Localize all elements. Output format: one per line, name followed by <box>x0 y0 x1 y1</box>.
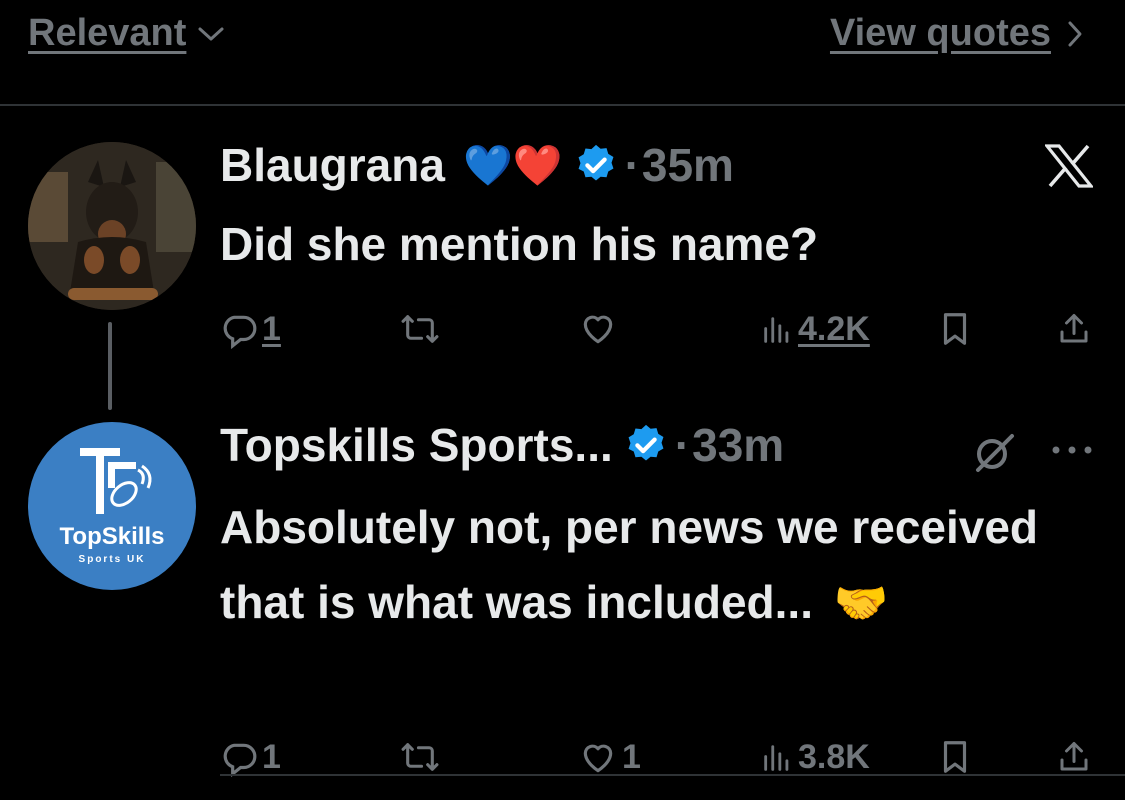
view-quotes-link[interactable]: View quotes <box>830 12 1085 55</box>
tweet-header: Topskills Sports... · 33m <box>220 418 784 472</box>
heart-icon <box>578 739 618 777</box>
share-icon <box>1056 310 1092 348</box>
like-count: 1 <box>622 738 641 776</box>
reply-button[interactable]: 1 <box>220 738 281 777</box>
tweet-actions: 1 1 3.8K <box>220 738 1095 788</box>
replies-header: Relevant View quotes <box>0 0 1125 106</box>
avatar-logo-subtext: Sports UK <box>79 554 146 565</box>
view-quotes-label: View quotes <box>829 12 1051 54</box>
views-chart-icon <box>760 313 794 347</box>
reply-count: 1 <box>262 738 281 776</box>
separator: · <box>624 139 640 191</box>
author-name[interactable]: Topskills Sports... <box>220 418 613 472</box>
reply-button[interactable]: 1 <box>220 310 281 349</box>
topskills-logo: TopSkills Sports UK <box>60 448 165 565</box>
handshake-emoji: 🤝 <box>833 579 889 628</box>
thread-connector-line <box>108 322 112 410</box>
tweet-text-body: Absolutely not, per news we received tha… <box>220 501 1039 628</box>
separator: · <box>674 419 691 471</box>
tweet-header: Blaugrana 💙❤️ · 35m <box>220 138 734 192</box>
bookmark-button[interactable] <box>938 738 972 776</box>
avatar[interactable]: TopSkills Sports UK <box>28 422 196 590</box>
author-name[interactable]: Blaugrana <box>220 138 445 192</box>
bookmark-button[interactable] <box>938 310 972 348</box>
verified-badge-icon <box>573 142 619 188</box>
chevron-right-icon <box>1065 19 1085 49</box>
views-count: 3.8K <box>798 738 870 776</box>
like-button[interactable] <box>578 310 622 348</box>
views-count: 4.2K <box>798 310 870 348</box>
verified-badge-icon <box>623 422 669 468</box>
divider <box>220 774 1125 776</box>
more-options-icon[interactable] <box>1050 442 1094 458</box>
share-button[interactable] <box>1056 310 1092 348</box>
sort-dropdown[interactable]: Relevant <box>28 12 226 55</box>
repost-button[interactable] <box>400 738 444 776</box>
views-chart-icon <box>760 741 794 775</box>
bookmark-icon <box>938 738 972 776</box>
views-button[interactable]: 4.2K <box>760 310 870 349</box>
tweet-actions: 1 4.2K <box>220 310 1095 360</box>
share-button[interactable] <box>1056 738 1092 776</box>
views-button[interactable]: 3.8K <box>760 738 870 777</box>
grok-icon[interactable] <box>970 428 1018 476</box>
sort-label: Relevant <box>28 12 187 54</box>
reply-icon <box>220 311 258 349</box>
timestamp[interactable]: 33m <box>692 418 784 472</box>
share-icon <box>1056 738 1092 776</box>
repost-icon <box>400 310 440 348</box>
avatar-logo-text: TopSkills <box>60 523 165 550</box>
tweet-text: Absolutely not, per news we received tha… <box>220 490 1080 641</box>
like-button[interactable]: 1 <box>578 738 641 777</box>
author-emojis: 💙❤️ <box>462 143 563 188</box>
timestamp[interactable]: 35m <box>642 138 734 192</box>
reply-count: 1 <box>262 310 281 348</box>
x-logo-icon <box>1045 144 1093 188</box>
bookmark-icon <box>938 310 972 348</box>
doberman-avatar-image <box>28 142 196 310</box>
repost-icon <box>400 738 440 776</box>
tweet-text: Did she mention his name? <box>220 218 819 270</box>
chevron-down-icon <box>196 24 226 44</box>
avatar[interactable] <box>28 142 196 310</box>
heart-icon <box>578 310 618 348</box>
reply-icon <box>220 739 258 777</box>
repost-button[interactable] <box>400 310 444 348</box>
